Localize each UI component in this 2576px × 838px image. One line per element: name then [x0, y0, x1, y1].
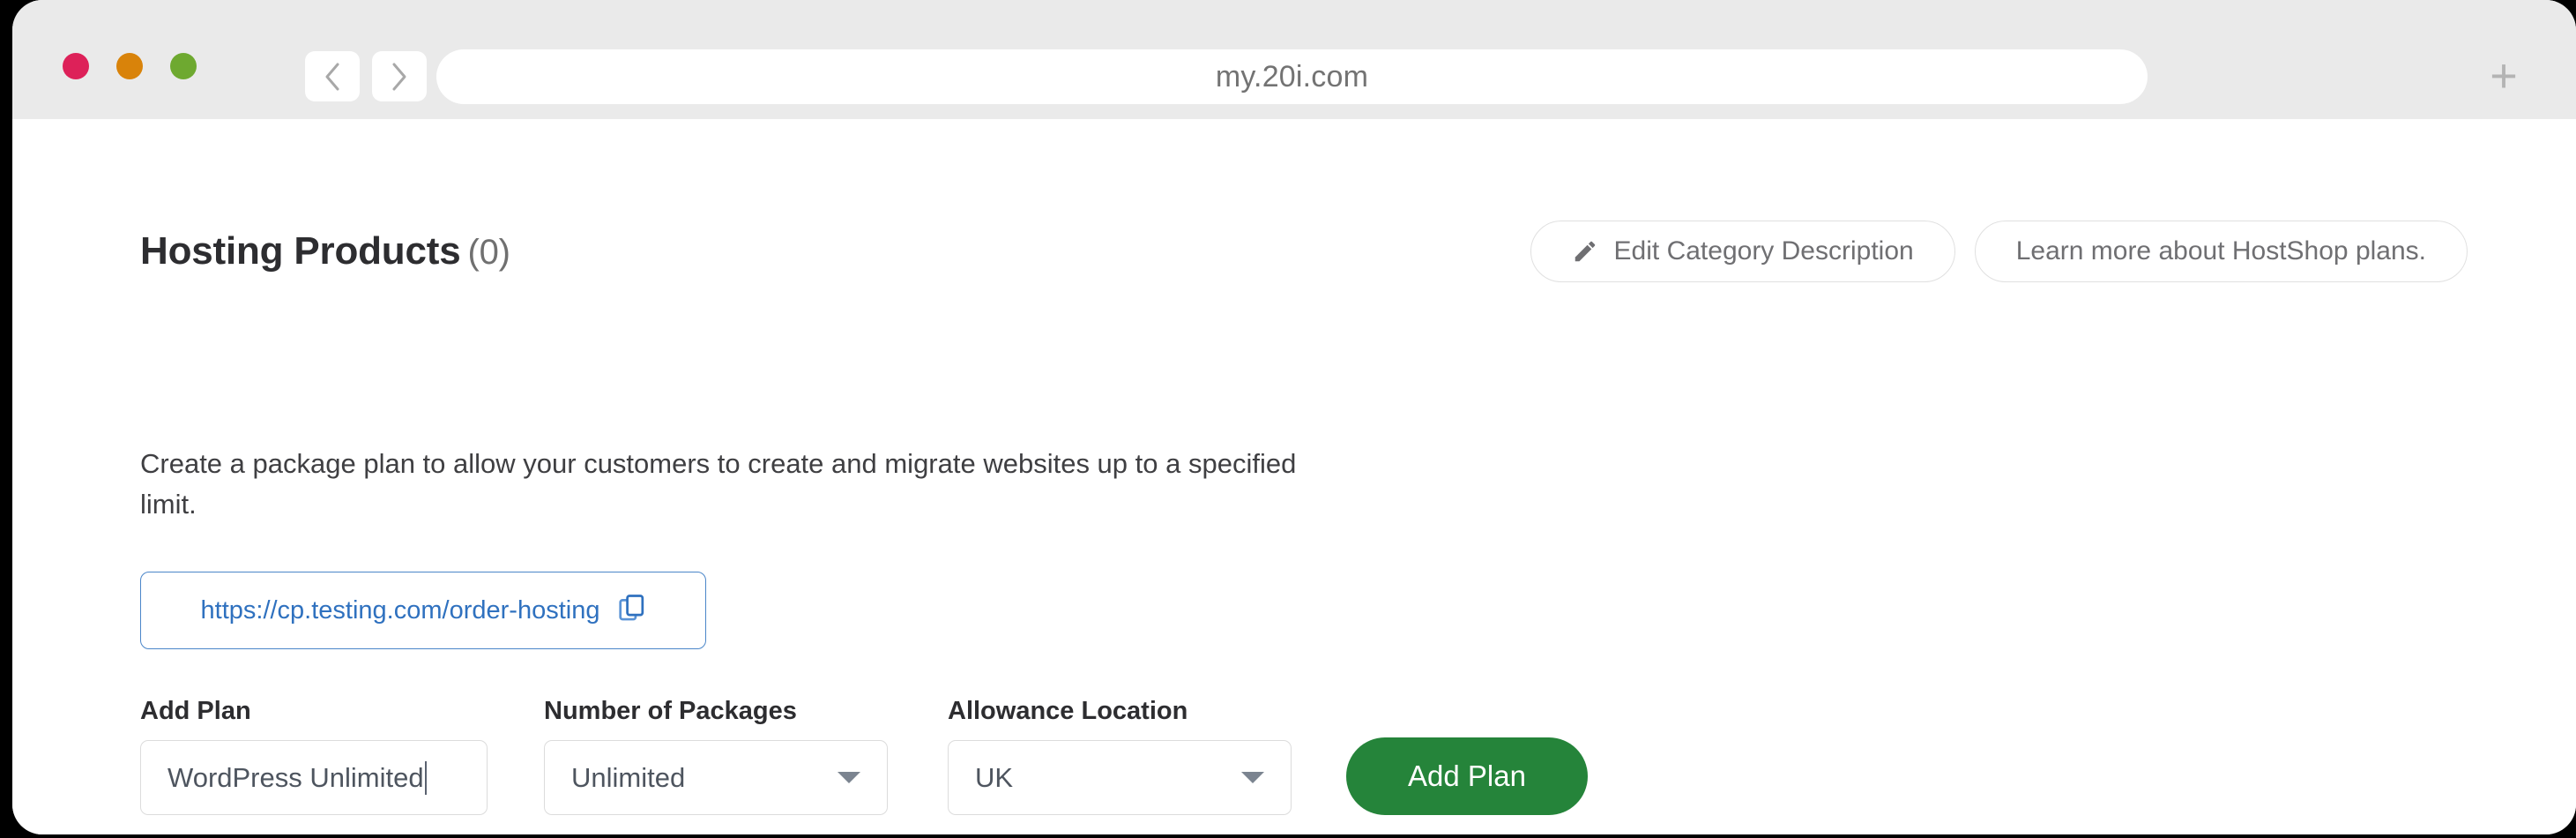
page-header-row: Hosting Products (0) Edit Category Descri… — [140, 221, 2468, 309]
chevron-down-icon — [838, 772, 860, 783]
learn-more-hostshop-button[interactable]: Learn more about HostShop plans. — [1974, 221, 2468, 282]
allowance-location-select[interactable]: UK — [948, 740, 1292, 815]
forward-button[interactable] — [372, 51, 427, 101]
window-traffic-lights — [63, 53, 197, 79]
number-of-packages-field: Number of Packages Unlimited — [544, 697, 888, 815]
allowance-location-field: Allowance Location UK — [948, 697, 1292, 815]
address-bar-url: my.20i.com — [1215, 59, 1369, 94]
page-title-text: Hosting Products — [140, 229, 461, 273]
text-caret — [424, 760, 427, 795]
page-description: Create a package plan to allow your cust… — [140, 448, 1297, 520]
order-url-text: https://cp.testing.com/order-hosting — [200, 595, 600, 625]
add-plan-field: Add Plan WordPress Unlimited — [140, 697, 488, 815]
browser-navigation-buttons — [305, 51, 427, 101]
page-title-count: (0) — [467, 233, 510, 272]
chevron-down-icon — [1241, 772, 1264, 783]
learn-more-hostshop-label: Learn more about HostShop plans. — [2015, 236, 2426, 266]
allowance-location-value: UK — [975, 761, 1014, 793]
back-button[interactable] — [305, 51, 360, 101]
add-plan-input[interactable]: WordPress Unlimited — [140, 740, 488, 815]
order-url-copy-chip[interactable]: https://cp.testing.com/order-hosting — [140, 572, 706, 649]
add-plan-form: Add Plan WordPress Unlimited Number of P… — [140, 697, 1588, 815]
close-window-button[interactable] — [63, 53, 89, 79]
add-plan-input-value: WordPress Unlimited — [168, 761, 424, 793]
edit-category-description-label: Edit Category Description — [1613, 236, 1914, 266]
address-bar[interactable]: my.20i.com — [436, 49, 2148, 104]
number-of-packages-select[interactable]: Unlimited — [544, 740, 888, 815]
plus-icon[interactable]: + — [2483, 52, 2525, 100]
browser-chrome-bar: my.20i.com + — [12, 0, 2576, 119]
copy-icon[interactable] — [619, 594, 645, 627]
pencil-icon — [1572, 238, 1598, 265]
minimize-window-button[interactable] — [116, 53, 143, 79]
number-of-packages-label: Number of Packages — [544, 697, 797, 725]
maximize-window-button[interactable] — [170, 53, 197, 79]
add-plan-submit-button[interactable]: Add Plan — [1346, 737, 1588, 815]
allowance-location-label: Allowance Location — [948, 697, 1188, 725]
browser-window: my.20i.com + Hosting Products (0) Edit Ca… — [12, 0, 2576, 834]
header-actions: Edit Category Description Learn more abo… — [1530, 221, 2468, 282]
chevron-right-icon — [390, 62, 409, 92]
chevron-left-icon — [323, 62, 342, 92]
number-of-packages-value: Unlimited — [571, 761, 686, 793]
add-plan-label: Add Plan — [140, 697, 251, 725]
page-content: Hosting Products (0) Edit Category Descri… — [12, 119, 2576, 834]
page-title: Hosting Products (0) — [140, 229, 510, 273]
edit-category-description-button[interactable]: Edit Category Description — [1530, 221, 1955, 282]
